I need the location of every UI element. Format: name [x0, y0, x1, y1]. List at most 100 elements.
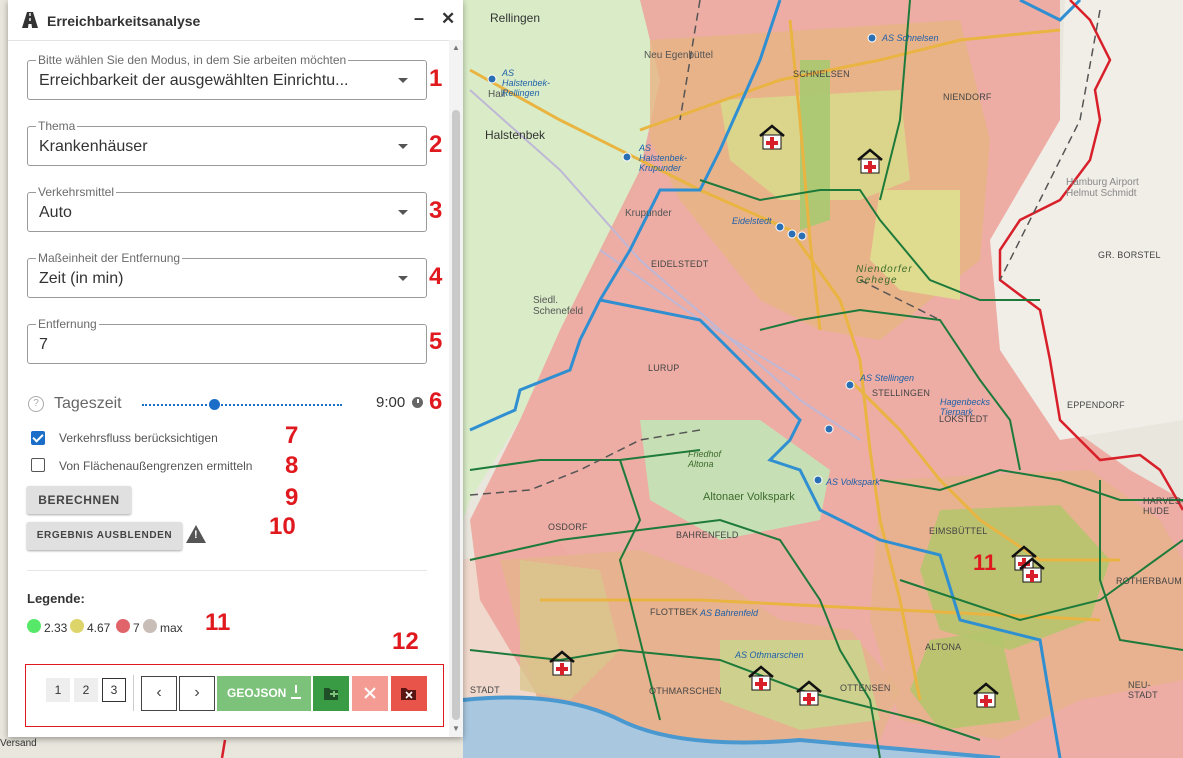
annotation-6: 6	[429, 388, 443, 415]
map-label-niendorf: NIENDORF	[943, 92, 992, 102]
slider-handle[interactable]	[209, 399, 220, 410]
map-label-airport: Hamburg Airport Helmut Schmidt	[1066, 177, 1139, 199]
mode-select[interactable]: Bitte wählen Sie den Modus, in dem Sie a…	[27, 53, 427, 100]
map-label-bahrenfeld: BAHRENFELD	[676, 530, 739, 540]
map-label-as-eidelstedt: Eidelstedt	[732, 216, 772, 226]
distance-label: Entfernung	[36, 317, 99, 331]
hospital-icon[interactable]	[758, 123, 786, 151]
calculate-button[interactable]: BERECHNEN	[27, 486, 131, 514]
scroll-down-icon[interactable]: ▼	[452, 724, 460, 733]
warning-icon	[186, 525, 206, 543]
map-label-as-volkspark: AS Volkspark	[826, 477, 880, 487]
chevron-down-icon	[398, 210, 408, 215]
daytime-label: Tageszeit	[54, 395, 122, 412]
map-label-eimsbuettel: EIMSBÜTTEL	[929, 526, 988, 536]
divider	[27, 570, 427, 571]
panel-title: Erreichbarkeitsanalyse	[47, 13, 201, 29]
chevron-down-icon	[398, 78, 408, 83]
legend-swatch	[27, 619, 41, 633]
map-label-as-krupunder: AS Halstenbek-Krupunder	[639, 143, 688, 173]
map-label-krupunder: Krupunder	[625, 208, 672, 219]
geojson-download-button[interactable]: GEOJSON	[217, 676, 311, 711]
area-borders-checkbox[interactable]	[31, 458, 45, 472]
scroll-up-icon[interactable]: ▲	[452, 43, 460, 52]
distance-input[interactable]: Entfernung 7	[27, 317, 427, 364]
daytime-value: 9:00	[376, 394, 406, 411]
map-label-osdorf: OSDORF	[548, 522, 588, 532]
map-label-rotherbaum: ROTHERBAUM	[1116, 576, 1183, 586]
unit-value: Zeit (in min)	[39, 270, 124, 287]
map-label-halstenbek: Halstenbek	[485, 128, 546, 142]
accessibility-analysis-panel: Erreichbarkeitsanalyse – ✕ ▲ ▼ Bitte wäh…	[8, 0, 463, 737]
delete-result-button[interactable]	[352, 676, 388, 711]
traffic-flow-checkbox[interactable]	[31, 431, 45, 445]
scrollbar-thumb[interactable]	[452, 110, 460, 720]
legend-swatch	[143, 619, 157, 633]
next-page-button[interactable]: ›	[179, 676, 215, 711]
close-button[interactable]: ✕	[441, 9, 455, 29]
map-label-othmarschen: OTHMARSCHEN	[649, 686, 722, 696]
traffic-flow-label: Verkehrsfluss berücksichtigen	[59, 431, 218, 445]
map-label-neu-egenbuettel: Neu Egenbüttel	[644, 50, 713, 61]
delete-folder-button[interactable]	[391, 676, 427, 711]
page-1-button[interactable]: 1	[46, 678, 70, 702]
map-label-as-bahrenfeld: AS Bahrenfeld	[700, 608, 759, 618]
map-label-as-halstenbek: AS Halstenbek-Rellingen	[502, 68, 551, 98]
theme-label: Thema	[36, 119, 78, 133]
hospital-icon[interactable]	[548, 649, 576, 677]
prev-page-button[interactable]: ‹	[141, 676, 177, 711]
transport-select[interactable]: Verkehrsmittel Auto	[27, 185, 427, 232]
annotation-10: 10	[269, 513, 296, 540]
geojson-label: GEOJSON	[227, 686, 287, 700]
legend-label: max	[160, 621, 183, 635]
theme-select[interactable]: Thema Krankenhäuser	[27, 119, 427, 166]
hospital-icon[interactable]	[795, 679, 823, 707]
annotation-1: 1	[429, 65, 443, 92]
help-icon[interactable]: ?	[28, 396, 44, 412]
map-label-lurup: LURUP	[648, 363, 680, 373]
transport-label: Verkehrsmittel	[36, 185, 117, 199]
map-label-eppendorf: EPPENDORF	[1067, 400, 1125, 410]
mode-value: Erreichbarkeit der ausgewählten Einricht…	[39, 72, 349, 89]
legend-label: 4.67	[87, 621, 111, 635]
map-label-volkspark: Altonaer Volkspark	[703, 491, 795, 503]
legend-label: 7	[133, 621, 140, 635]
page-2-button[interactable]: 2	[74, 678, 98, 702]
panel-scrollbar[interactable]: ▲ ▼	[449, 40, 463, 737]
annotation-9: 9	[285, 484, 299, 511]
hospital-icon[interactable]	[856, 147, 884, 175]
minimize-button[interactable]: –	[414, 8, 424, 29]
hospital-icon[interactable]	[747, 664, 775, 692]
legend-swatch	[116, 619, 130, 633]
folder-plus-icon	[324, 688, 338, 700]
road-icon	[22, 12, 38, 28]
map-label-niendorfer-gehege: Niendorfer Gehege	[856, 264, 913, 286]
annotation-3: 3	[429, 197, 443, 224]
annotation-4: 4	[429, 263, 443, 290]
toolbar-divider	[133, 675, 134, 711]
page-3-button[interactable]: 3	[102, 678, 126, 702]
panel-header: Erreichbarkeitsanalyse – ✕	[8, 0, 463, 41]
legend-title: Legende:	[27, 591, 85, 606]
unit-select[interactable]: Maßeinheit der Entfernung Zeit (in min)	[27, 251, 427, 298]
annotation-2: 2	[429, 131, 443, 158]
clock-icon[interactable]	[412, 397, 423, 408]
legend-label: 2.33	[44, 621, 68, 635]
map-label-as-othmarschen: AS Othmarschen	[735, 650, 804, 660]
map-label-altona: ALTONA	[925, 642, 962, 652]
annotation-12: 12	[392, 628, 419, 655]
map-label-as-schnelsen: AS Schnelsen	[882, 33, 939, 43]
annotation-7: 7	[285, 422, 299, 449]
chevron-down-icon	[398, 144, 408, 149]
legend-swatch	[70, 619, 84, 633]
map-label-friedhof-altona: Friedhof Altona	[688, 449, 722, 469]
hospital-icon[interactable]	[1018, 556, 1046, 584]
unit-label: Maßeinheit der Entfernung	[36, 251, 183, 265]
map-label-ottensen: OTTENSEN	[840, 683, 891, 693]
hospital-icon[interactable]	[972, 681, 1000, 709]
map-label-as-stellingen: AS Stellingen	[860, 373, 915, 383]
daytime-slider[interactable]	[142, 399, 342, 410]
save-to-folder-button[interactable]	[313, 676, 349, 711]
map-label-flottbek: FLOTTBEK	[650, 607, 699, 617]
hide-result-button[interactable]: ERGEBNIS AUSBLENDEN	[27, 522, 182, 550]
